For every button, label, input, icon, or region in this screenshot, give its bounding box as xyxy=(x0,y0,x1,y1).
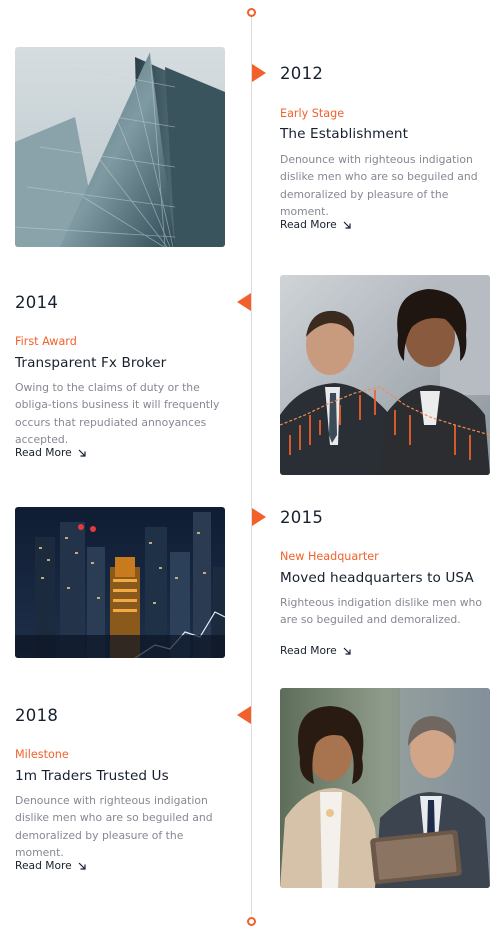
arrow-down-right-icon xyxy=(343,221,351,229)
arrow-down-right-icon xyxy=(78,862,86,870)
entry-description: Denounce with righteous indigation disli… xyxy=(15,794,213,859)
stage-label: First Award xyxy=(15,335,77,348)
read-more-label: Read More xyxy=(280,644,337,657)
entry-title: The Establishment xyxy=(280,126,409,142)
read-more-link[interactable]: Read More xyxy=(280,644,351,657)
entry-description: Denounce with righteous indigation disli… xyxy=(280,153,478,218)
read-more-link[interactable]: Read More xyxy=(15,446,86,459)
entry-description: Owing to the claims of duty or the oblig… xyxy=(15,381,220,446)
traders-tablet-photo xyxy=(280,688,490,888)
entry-year: 2014 xyxy=(15,293,235,312)
entry-title: Transparent Fx Broker xyxy=(15,355,167,371)
arrow-down-right-icon xyxy=(343,647,351,655)
entry-year: 2015 xyxy=(280,508,500,527)
flag-marker xyxy=(252,508,266,526)
business-people-photo xyxy=(280,275,490,475)
read-more-label: Read More xyxy=(15,446,72,459)
year-label: 2015 xyxy=(280,508,324,527)
read-more-label: Read More xyxy=(15,859,72,872)
office-tower-photo xyxy=(15,47,225,247)
read-more-link[interactable]: Read More xyxy=(15,859,86,872)
entry-year: 2012 xyxy=(280,64,500,83)
entry-title: Moved headquarters to USA xyxy=(280,570,474,586)
year-label: 2012 xyxy=(280,64,324,83)
flag-marker xyxy=(237,293,251,311)
year-label: 2014 xyxy=(15,293,59,312)
read-more-link[interactable]: Read More xyxy=(280,218,351,231)
timeline-line xyxy=(251,17,252,915)
entry-year: 2018 xyxy=(15,706,235,725)
read-more-label: Read More xyxy=(280,218,337,231)
night-city-photo xyxy=(15,507,225,658)
flag-marker xyxy=(252,64,266,82)
entry-title: 1m Traders Trusted Us xyxy=(15,768,169,784)
stage-label: Early Stage xyxy=(280,107,345,120)
timeline-end-dot xyxy=(247,917,256,926)
timeline-start-dot xyxy=(247,8,256,17)
flag-marker xyxy=(237,706,251,724)
entry-description: Righteous indigation dislike men who are… xyxy=(280,596,482,627)
year-label: 2018 xyxy=(15,706,59,725)
stage-label: New Headquarter xyxy=(280,550,379,563)
stage-label: Milestone xyxy=(15,748,69,761)
arrow-down-right-icon xyxy=(78,449,86,457)
